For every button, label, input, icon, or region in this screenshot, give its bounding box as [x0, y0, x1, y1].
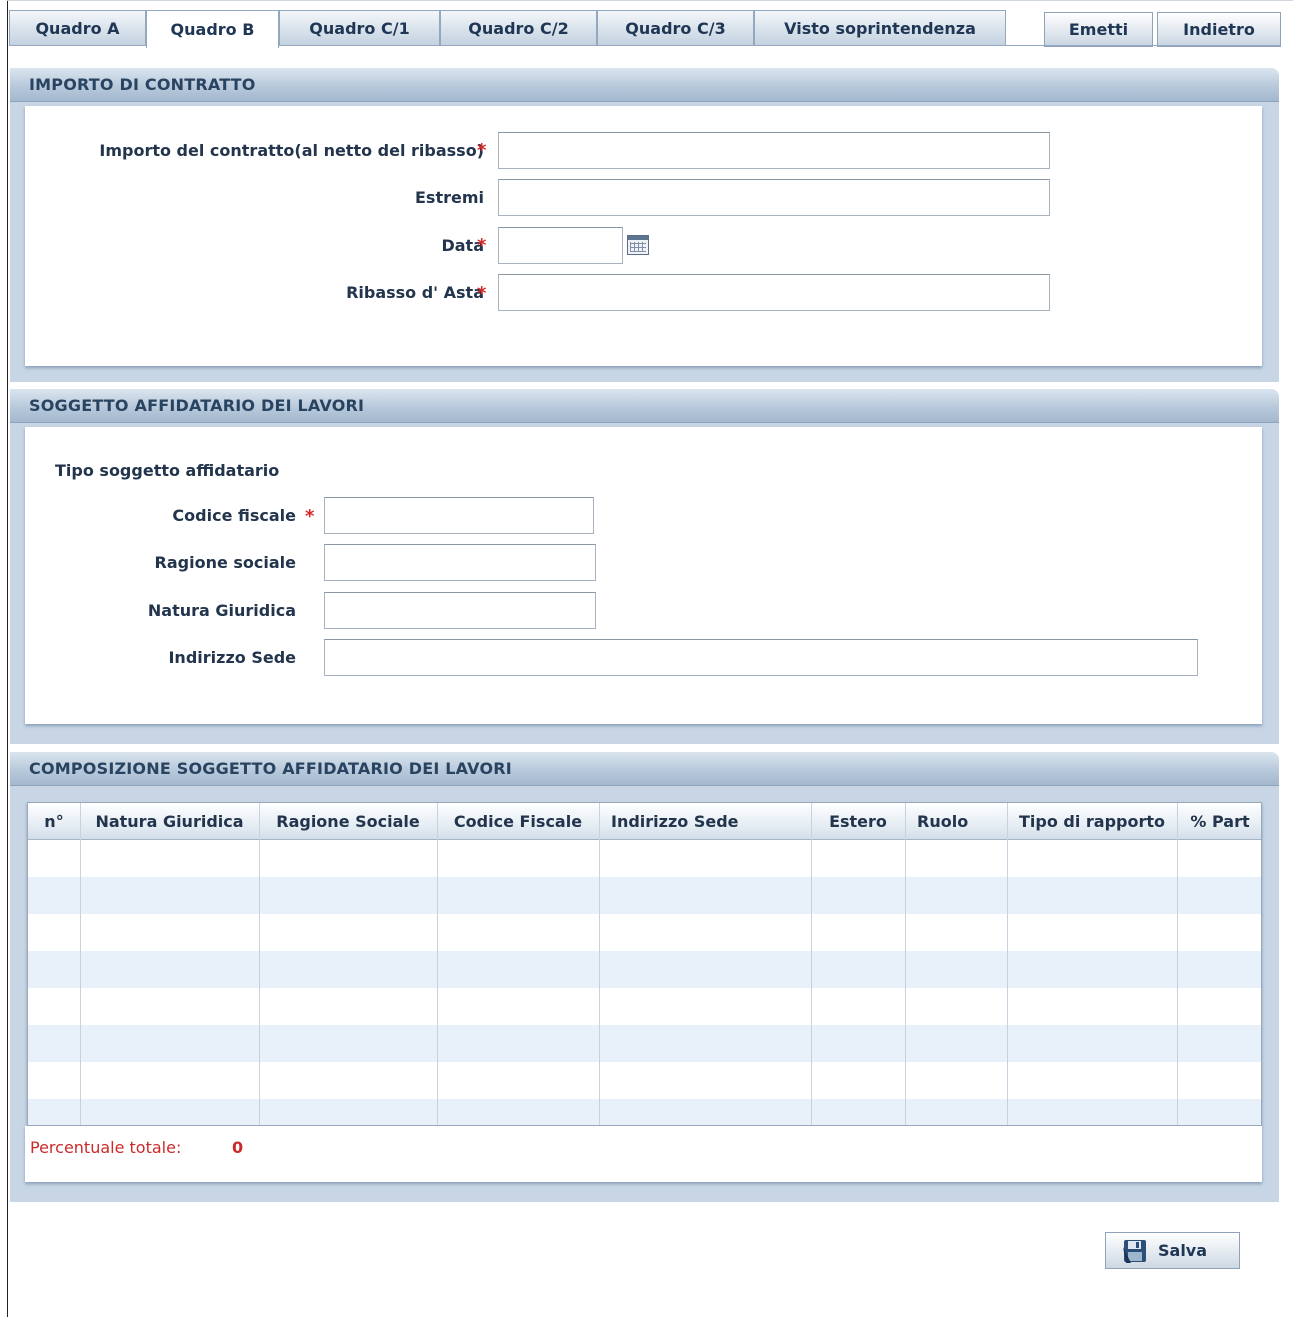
data-input[interactable]: [498, 227, 623, 264]
window-left-border: [7, 0, 8, 1317]
column-divider: [599, 803, 600, 1125]
contractor-panel: SOGGETTO AFFIDATARIO DEI LAVORI Tipo sog…: [10, 389, 1279, 744]
column-divider: [811, 803, 812, 1125]
column-divider: [905, 803, 906, 1125]
column-header-percentuale[interactable]: % Part: [1177, 803, 1261, 839]
composition-footer: Percentuale totale: 0: [25, 1126, 1262, 1182]
table-header-row: n° Natura Giuridica Ragione Sociale Codi…: [28, 803, 1261, 840]
importo-label: Importo del contratto(al netto del ribas…: [99, 141, 484, 160]
emit-button[interactable]: Emetti: [1044, 12, 1153, 47]
total-percentage-label: Percentuale totale:: [30, 1138, 182, 1157]
column-header-tipo-rapporto[interactable]: Tipo di rapporto: [1007, 803, 1177, 839]
table-row[interactable]: [28, 877, 1261, 914]
column-divider: [259, 803, 260, 1125]
indirizzo-sede-input[interactable]: [324, 639, 1198, 676]
importo-required-mark: *: [477, 140, 487, 161]
contract-panel: IMPORTO DI CONTRATTO Importo del contrat…: [10, 68, 1279, 382]
codice-fiscale-input[interactable]: [324, 497, 594, 534]
indirizzo-sede-label: Indirizzo Sede: [168, 648, 296, 667]
importo-input[interactable]: [498, 132, 1050, 169]
ribasso-label: Ribasso d' Asta: [346, 283, 484, 302]
column-header-codice-fiscale[interactable]: Codice Fiscale: [437, 803, 599, 839]
tab-visto-soprintendenza[interactable]: Visto soprintendenza: [754, 10, 1006, 45]
codice-fiscale-label: Codice fiscale: [172, 506, 296, 525]
column-header-natura-giuridica[interactable]: Natura Giuridica: [80, 803, 259, 839]
column-header-ragione-sociale[interactable]: Ragione Sociale: [259, 803, 437, 839]
ribasso-input[interactable]: [498, 274, 1050, 311]
composition-table: n° Natura Giuridica Ragione Sociale Codi…: [27, 802, 1262, 1126]
estremi-label: Estremi: [415, 188, 484, 207]
contract-panel-body: Importo del contratto(al netto del ribas…: [25, 106, 1262, 366]
tab-quadro-c3[interactable]: Quadro C/3: [597, 10, 754, 45]
column-header-number[interactable]: n°: [28, 803, 80, 839]
table-row[interactable]: [28, 951, 1261, 988]
estremi-input[interactable]: [498, 179, 1050, 216]
tab-quadro-a[interactable]: Quadro A: [9, 10, 146, 45]
natura-giuridica-label: Natura Giuridica: [147, 601, 296, 620]
table-row[interactable]: [28, 1062, 1261, 1099]
codice-fiscale-required-mark: *: [305, 506, 315, 527]
contractor-panel-title: SOGGETTO AFFIDATARIO DEI LAVORI: [10, 389, 1279, 423]
ribasso-required-mark: *: [477, 283, 487, 304]
total-percentage-value: 0: [232, 1138, 244, 1157]
column-divider: [1177, 803, 1178, 1125]
column-header-ruolo[interactable]: Ruolo: [905, 803, 1007, 839]
calendar-icon[interactable]: [627, 235, 649, 255]
window-top-border: [7, 0, 1293, 1]
save-button-label: Salva: [1158, 1241, 1208, 1260]
table-row[interactable]: [28, 988, 1261, 1025]
contractor-panel-body: Tipo soggetto affidatario Codice fiscale…: [25, 427, 1262, 724]
column-divider: [437, 803, 438, 1125]
column-header-indirizzo-sede[interactable]: Indirizzo Sede: [599, 803, 811, 839]
column-divider: [1007, 803, 1008, 1125]
ragione-sociale-label: Ragione sociale: [154, 553, 296, 572]
contract-panel-title: IMPORTO DI CONTRATTO: [10, 68, 1279, 102]
table-row[interactable]: [28, 840, 1261, 877]
column-divider: [80, 803, 81, 1125]
ragione-sociale-input[interactable]: [324, 544, 596, 581]
composition-panel: COMPOSIZIONE SOGGETTO AFFIDATARIO DEI LA…: [10, 752, 1279, 1202]
column-header-estero[interactable]: Estero: [811, 803, 905, 839]
natura-giuridica-input[interactable]: [324, 592, 596, 629]
tab-quadro-c1[interactable]: Quadro C/1: [279, 10, 440, 45]
table-row[interactable]: [28, 1099, 1261, 1125]
data-required-mark: *: [477, 235, 487, 256]
table-row[interactable]: [28, 1025, 1261, 1062]
tipo-soggetto-label: Tipo soggetto affidatario: [55, 461, 280, 480]
tab-quadro-c2[interactable]: Quadro C/2: [440, 10, 597, 45]
composition-panel-title: COMPOSIZIONE SOGGETTO AFFIDATARIO DEI LA…: [10, 752, 1279, 786]
tab-quadro-b[interactable]: Quadro B: [146, 10, 279, 48]
table-row[interactable]: [28, 914, 1261, 951]
back-button[interactable]: Indietro: [1157, 12, 1281, 47]
save-button[interactable]: Salva: [1105, 1232, 1240, 1269]
floppy-disk-icon: [1122, 1238, 1148, 1264]
